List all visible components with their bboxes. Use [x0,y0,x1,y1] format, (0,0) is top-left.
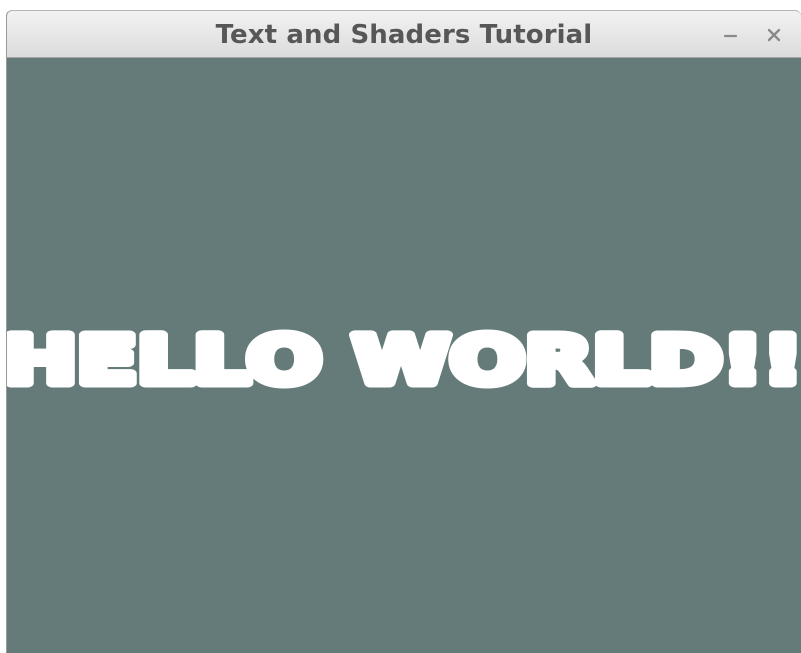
window-title: Text and Shaders Tutorial [215,20,593,50]
canvas-text: HELLO WORLD!! [7,322,801,399]
title-bar[interactable]: Text and Shaders Tutorial [7,11,801,58]
app-window: Text and Shaders Tutorial HELLO WORLD!! [6,10,801,653]
close-icon [767,28,781,42]
close-button[interactable] [760,21,788,49]
minimize-icon [723,34,738,38]
minimize-button[interactable] [717,21,745,49]
hello-world-text: HELLO WORLD!! [7,318,801,404]
render-canvas[interactable]: HELLO WORLD!! [7,58,801,653]
